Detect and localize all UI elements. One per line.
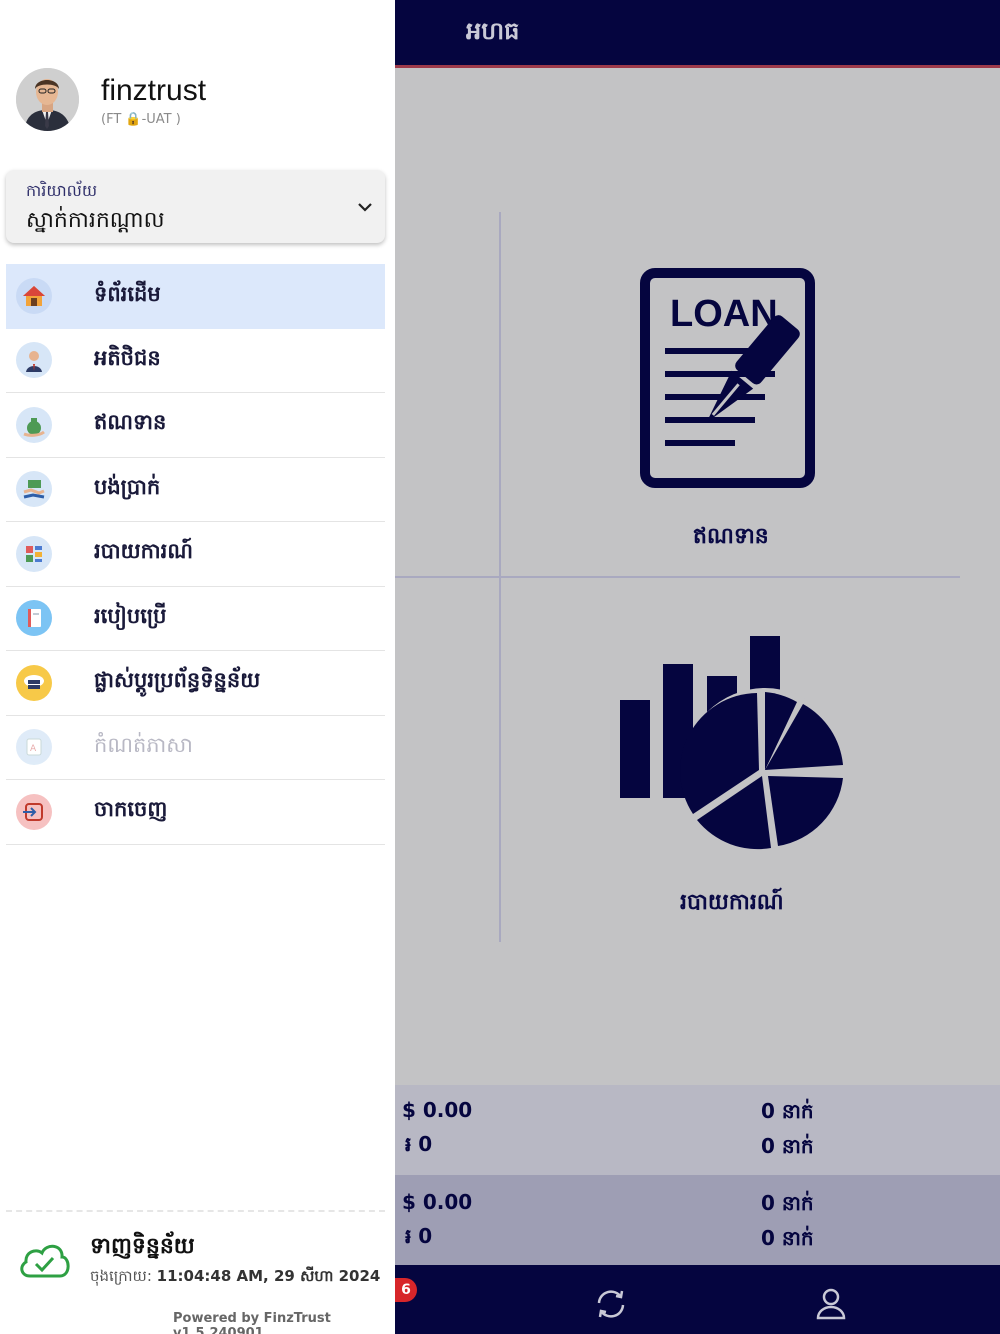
branch-selector[interactable]: ការិយាល័យ ស្នាក់ការកណ្ដាល: [6, 170, 385, 243]
database-switch-icon: [16, 664, 52, 701]
menu-label: របាយការណ៍: [94, 539, 193, 564]
customer-icon: [16, 342, 52, 379]
menu-item-switch-database[interactable]: ផ្លាស់ប្តូរប្រព័ន្ធទិន្នន័យ: [6, 651, 385, 716]
menu-item-loan[interactable]: ឥណទាន: [6, 393, 385, 458]
svg-text:A: A: [30, 744, 37, 754]
language-icon: A: [16, 729, 52, 766]
menu-item-report[interactable]: របាយការណ៍: [6, 522, 385, 587]
powered-by: Powered by FinzTrust v1.5.240901: [173, 1311, 331, 1334]
report-tile-label: របាយការណ៍: [680, 890, 784, 915]
menu-label: របៀបប្រើ: [94, 603, 167, 628]
avatar: [16, 68, 79, 131]
report-icon: [16, 535, 52, 572]
summary-usd-amount: $ 0.00: [402, 1190, 473, 1214]
loan-document-icon: LOAN: [640, 268, 815, 488]
bottom-nav: [395, 1265, 1000, 1334]
home-icon: [16, 278, 52, 315]
user-icon[interactable]: [816, 1288, 846, 1320]
sync-icon[interactable]: [594, 1287, 628, 1321]
loan-money-bag-icon: [16, 406, 52, 443]
drawer-menu: ទំព័រដើម អតិថិជន ឥណទាន បង់ប្រាក់ របាយការ…: [6, 264, 385, 845]
footer-divider: [6, 1210, 385, 1212]
loan-icon-text: LOAN: [670, 293, 778, 335]
summary-count: 0 នាក់: [761, 1226, 814, 1250]
menu-item-manual[interactable]: របៀបប្រើ: [6, 587, 385, 651]
nav-drawer: finztrust (FT 🔒-UAT ) ការិយាល័យ ស្នាក់កា…: [0, 0, 395, 1334]
sync-title[interactable]: ទាញទិន្នន័យ: [90, 1232, 195, 1264]
summary-usd-amount: $ 0.00: [402, 1098, 473, 1122]
branch-value: ស្នាក់ការកណ្ដាល: [26, 208, 165, 233]
logout-icon: [16, 793, 52, 830]
summary-khr-amount: ៛ 0: [405, 1132, 433, 1156]
menu-label: ចាកចេញ: [94, 797, 168, 822]
grid-divider-horizontal: [395, 576, 960, 578]
summary-khr-amount: ៛ 0: [405, 1224, 433, 1248]
menu-item-language: A កំណត់ភាសា: [6, 716, 385, 780]
menu-item-payment[interactable]: បង់ប្រាក់: [6, 458, 385, 522]
chevron-down-icon: [358, 203, 372, 212]
menu-label: ផ្លាស់ប្តូរប្រព័ន្ធទិន្នន័យ: [94, 668, 261, 693]
user-name: finztrust: [101, 74, 207, 107]
menu-item-home[interactable]: ទំព័រដើម: [6, 264, 385, 329]
cloud-check-icon[interactable]: [16, 1238, 72, 1282]
menu-label: កំណត់ភាសា: [94, 732, 193, 757]
menu-label: ឥណទាន: [94, 410, 167, 435]
branch-label: ការិយាល័យ: [26, 181, 98, 200]
summary-row-total: $ 0.00 ៛ 0 0 នាក់ 0 នាក់: [395, 1175, 1000, 1265]
menu-label: បង់ប្រាក់: [94, 474, 161, 499]
header-title: អហធ: [466, 17, 520, 45]
loan-tile[interactable]: LOAN ឥណទាន: [600, 260, 860, 560]
menu-label: ទំព័រដើម: [94, 281, 161, 306]
summary-count: 0 នាក់: [761, 1191, 814, 1215]
report-tile[interactable]: របាយការណ៍: [600, 630, 860, 930]
payment-icon: [16, 471, 52, 508]
menu-label: អតិថិជន: [94, 345, 161, 370]
loan-tile-label: ឥណទាន: [693, 524, 769, 549]
user-environment: (FT 🔒-UAT ): [101, 112, 181, 127]
summary-count: 0 នាក់: [761, 1099, 814, 1123]
report-chart-icon: [620, 636, 847, 852]
menu-item-logout[interactable]: ចាកចេញ: [6, 780, 385, 845]
last-sync-time: ចុងក្រោយ: 11:04:48 AM, 29 សីហា 2024: [90, 1267, 381, 1285]
summary-row-today: $ 0.00 ៛ 0 0 នាក់ 0 នាក់: [395, 1085, 1000, 1175]
menu-item-customer[interactable]: អតិថិជន: [6, 329, 385, 393]
manual-icon: [16, 600, 52, 637]
summary-count: 0 នាក់: [761, 1134, 814, 1158]
